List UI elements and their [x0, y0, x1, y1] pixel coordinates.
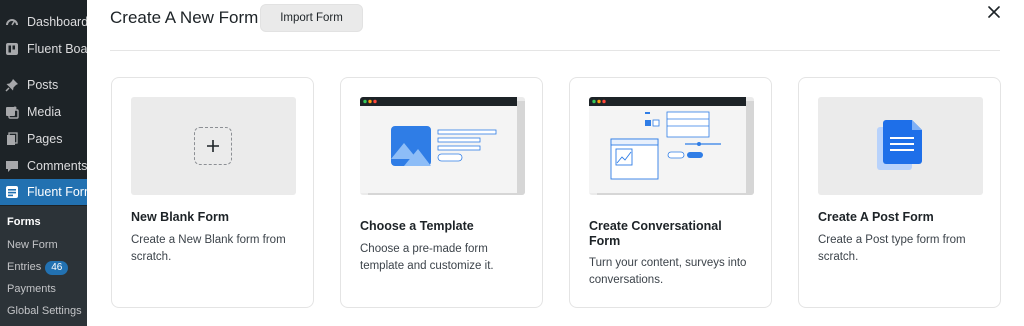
sidebar-item-comments[interactable]: Comments — [0, 153, 87, 179]
sidebar-item-fluent-boards[interactable]: Fluent Boards — [0, 36, 87, 62]
header-divider — [110, 50, 1000, 51]
card-description: Create a New Blank form from scratch. — [131, 234, 286, 263]
choose-template-card[interactable]: Choose a Template Choose a pre-made form… — [340, 77, 543, 308]
document-icon — [877, 120, 922, 170]
sidebar-item-label: Pages — [27, 132, 63, 146]
sidebar-item-dashboard[interactable]: Dashboard — [0, 9, 87, 35]
new-blank-form-card[interactable]: New Blank Form Create a New Blank form f… — [111, 77, 314, 308]
submenu-item-new-form[interactable]: New Form — [7, 239, 58, 251]
sidebar-item-media[interactable]: Media — [0, 99, 87, 125]
sidebar-item-fluent-forms[interactable]: Fluent Forms — [0, 179, 87, 205]
media-icon — [5, 105, 19, 119]
post-form-preview — [818, 97, 983, 195]
blank-form-preview — [131, 97, 296, 195]
sidebar-item-label: Media — [27, 105, 62, 119]
pages-icon — [5, 132, 19, 146]
submenu-item-entries[interactable]: Entries 46 — [7, 261, 69, 275]
pin-icon — [5, 78, 19, 92]
close-icon[interactable] — [986, 4, 1002, 20]
card-title: Choose a Template — [360, 219, 474, 233]
sidebar-item-label: Fluent Forms — [27, 185, 87, 199]
sidebar-item-label: Fluent Boards — [27, 42, 87, 56]
plus-icon — [194, 127, 232, 165]
sidebar-item-posts[interactable]: Posts — [0, 72, 87, 98]
template-illustration — [360, 97, 525, 195]
card-title: Create Conversational Form — [589, 219, 722, 248]
submenu-item-global-settings[interactable]: Global Settings — [7, 305, 82, 317]
card-description: Create a Post type form from scratch. — [818, 234, 966, 263]
comments-icon — [5, 159, 19, 173]
fluent-boards-icon — [5, 42, 19, 56]
sidebar-item-pages[interactable]: Pages — [0, 126, 87, 152]
entries-count-badge: 46 — [45, 261, 69, 275]
sidebar-item-label: Posts — [27, 78, 59, 92]
import-form-button[interactable]: Import Form — [260, 4, 363, 32]
card-description: Choose a pre-made form template and cust… — [360, 243, 494, 272]
admin-sidebar: Dashboard Fluent Boards Posts Media Page… — [0, 0, 87, 326]
submenu-item-forms[interactable]: Forms — [7, 216, 41, 228]
fluent-forms-icon — [5, 185, 19, 199]
sidebar-item-label: Dashboard — [27, 15, 87, 29]
card-title: Create A Post Form — [818, 210, 934, 224]
card-description: Turn your content, surveys into conversa… — [589, 257, 747, 286]
card-title: New Blank Form — [131, 210, 229, 224]
submenu-item-payments[interactable]: Payments — [7, 283, 56, 295]
sidebar-item-label: Comments — [27, 159, 87, 173]
submenu-item-label: Entries — [7, 261, 42, 273]
modal-title: Create A New Form — [110, 8, 259, 27]
template-preview — [360, 97, 525, 195]
fluent-forms-submenu: Forms New Form Entries 46 Payments Global… — [0, 206, 87, 326]
conversational-preview — [589, 97, 754, 195]
post-form-card[interactable]: Create A Post Form Create a Post type fo… — [798, 77, 1001, 308]
conversational-form-card[interactable]: Create Conversational Form Turn your con… — [569, 77, 772, 308]
conversational-illustration — [589, 97, 754, 195]
dashboard-icon — [5, 15, 19, 29]
